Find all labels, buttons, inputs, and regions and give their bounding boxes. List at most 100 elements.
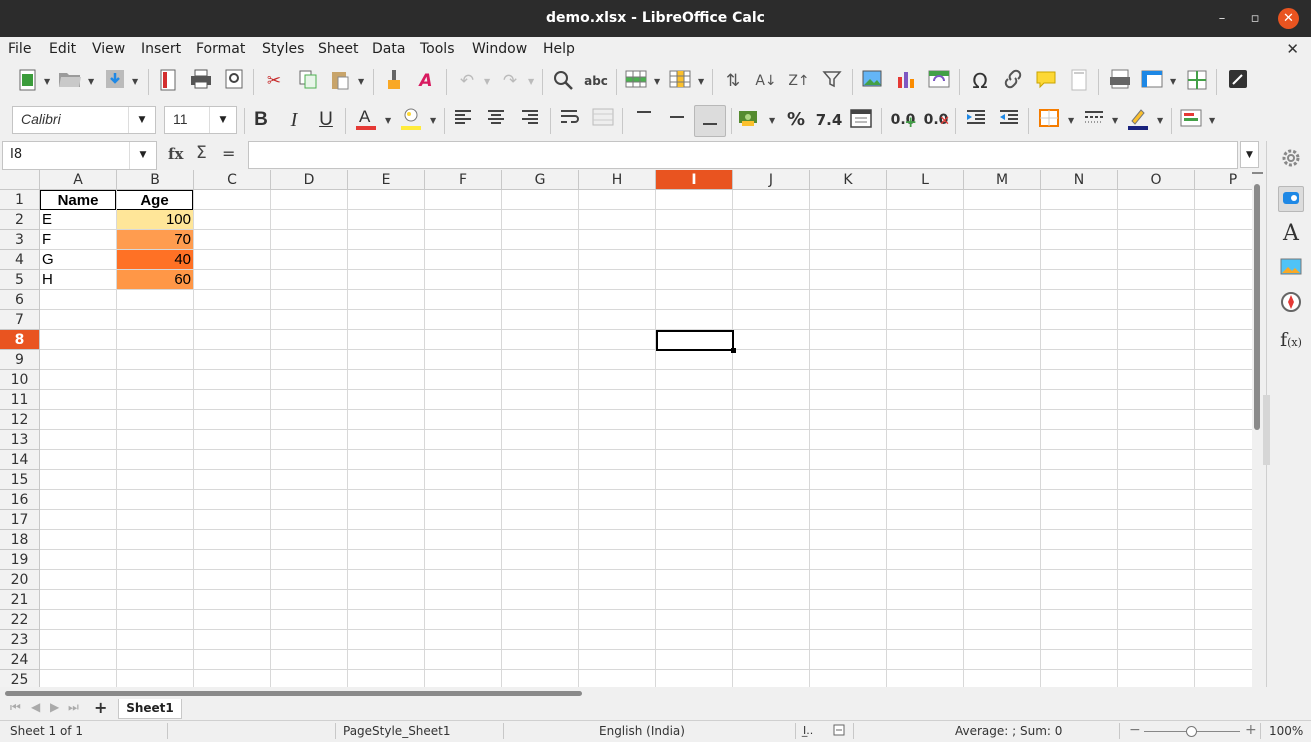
menu-edit[interactable]: Edit bbox=[49, 41, 76, 57]
conditional-format-icon[interactable] bbox=[1179, 108, 1203, 132]
row-header-16[interactable]: 16 bbox=[0, 490, 40, 510]
undo-dropdown-icon[interactable]: ▼ bbox=[484, 77, 490, 86]
sheet-tab[interactable]: Sheet1 bbox=[118, 699, 182, 719]
sort-icon[interactable]: ⇅ bbox=[721, 69, 745, 93]
selection-summary[interactable]: Average: ; Sum: 0 bbox=[955, 724, 1062, 738]
border-color-icon[interactable] bbox=[1126, 106, 1150, 130]
vertical-scroll-thumb[interactable] bbox=[1254, 184, 1260, 430]
highlight-dropdown-icon[interactable]: ▼ bbox=[430, 116, 436, 125]
column-header-l[interactable]: L bbox=[887, 170, 964, 190]
border-style-icon[interactable] bbox=[1082, 108, 1106, 132]
print-icon[interactable] bbox=[189, 69, 213, 93]
split-window-icon[interactable] bbox=[1185, 69, 1209, 93]
conditional-dropdown-icon[interactable]: ▼ bbox=[1209, 116, 1215, 125]
sidebar-collapse-handle[interactable] bbox=[1263, 395, 1270, 465]
font-size-dropdown-icon[interactable]: ▼ bbox=[209, 107, 236, 133]
age-cell[interactable]: 40 bbox=[117, 250, 193, 269]
language[interactable]: English (India) bbox=[599, 724, 685, 738]
header-cell-name[interactable]: Name bbox=[40, 190, 116, 210]
sidebar-styles-icon[interactable]: A bbox=[1278, 221, 1304, 247]
zoom-slider-thumb[interactable] bbox=[1186, 726, 1197, 737]
new-document-icon[interactable] bbox=[16, 69, 40, 93]
increase-indent-icon[interactable] bbox=[964, 108, 988, 132]
insert-chart-icon[interactable] bbox=[894, 69, 918, 93]
name-cell[interactable]: F bbox=[40, 230, 116, 249]
row-header-13[interactable]: 13 bbox=[0, 430, 40, 450]
wrap-text-icon[interactable] bbox=[558, 108, 582, 132]
open-folder-icon[interactable] bbox=[58, 69, 82, 93]
sidebar-properties-icon[interactable] bbox=[1278, 186, 1304, 212]
font-color-dropdown-icon[interactable]: ▼ bbox=[385, 116, 391, 125]
add-decimal-button[interactable]: 0.0 + bbox=[889, 108, 917, 132]
column-header-a[interactable]: A bbox=[40, 170, 117, 190]
column-header-k[interactable]: K bbox=[810, 170, 887, 190]
align-right-icon[interactable] bbox=[518, 108, 542, 132]
show-draw-functions-icon[interactable] bbox=[1226, 69, 1250, 93]
cut-icon[interactable]: ✂ bbox=[262, 69, 286, 93]
font-name-dropdown-icon[interactable]: ▼ bbox=[128, 107, 155, 133]
row-header-21[interactable]: 21 bbox=[0, 590, 40, 610]
row-header-3[interactable]: 3 bbox=[0, 230, 40, 250]
close-document-icon[interactable]: ✕ bbox=[1286, 40, 1299, 58]
row-header-20[interactable]: 20 bbox=[0, 570, 40, 590]
row-header-2[interactable]: 2 bbox=[0, 210, 40, 230]
horizontal-scroll-thumb[interactable] bbox=[5, 691, 582, 696]
italic-button[interactable]: I bbox=[282, 108, 306, 132]
merge-cells-icon[interactable] bbox=[591, 108, 615, 132]
row-header-25[interactable]: 25 bbox=[0, 670, 40, 687]
row-header-1[interactable]: 1 bbox=[0, 190, 40, 210]
menu-data[interactable]: Data bbox=[372, 41, 405, 57]
menu-styles[interactable]: Styles bbox=[262, 41, 304, 57]
age-cell[interactable]: 60 bbox=[117, 270, 193, 289]
row-header-5[interactable]: 5 bbox=[0, 270, 40, 290]
paste-icon[interactable] bbox=[328, 69, 352, 93]
paste-dropdown-icon[interactable]: ▼ bbox=[358, 77, 364, 86]
highlight-color-icon[interactable] bbox=[399, 106, 423, 130]
page-style[interactable]: PageStyle_Sheet1 bbox=[343, 724, 451, 738]
column-header-d[interactable]: D bbox=[271, 170, 348, 190]
currency-format-icon[interactable] bbox=[738, 108, 762, 132]
expand-formula-icon[interactable]: ▼ bbox=[1240, 141, 1259, 168]
column-header-g[interactable]: G bbox=[502, 170, 579, 190]
align-top-icon[interactable] bbox=[632, 108, 656, 132]
sidebar-navigator-icon[interactable] bbox=[1278, 291, 1304, 317]
menu-tools[interactable]: Tools bbox=[420, 41, 455, 57]
undo-icon[interactable]: ↶ bbox=[455, 69, 479, 93]
freeze-dropdown-icon[interactable]: ▼ bbox=[1170, 77, 1176, 86]
border-color-dropdown-icon[interactable]: ▼ bbox=[1157, 116, 1163, 125]
zoom-in-button[interactable]: + bbox=[1245, 722, 1257, 738]
menu-sheet[interactable]: Sheet bbox=[318, 41, 358, 57]
save-dropdown-icon[interactable]: ▼ bbox=[132, 77, 138, 86]
copy-icon[interactable] bbox=[296, 69, 320, 93]
horizontal-scrollbar[interactable] bbox=[0, 687, 1252, 699]
row-header-24[interactable]: 24 bbox=[0, 650, 40, 670]
row-dropdown-icon[interactable]: ▼ bbox=[654, 77, 660, 86]
menu-format[interactable]: Format bbox=[196, 41, 245, 57]
function-wizard-icon[interactable]: fx bbox=[168, 145, 183, 163]
export-pdf-icon[interactable] bbox=[156, 69, 180, 93]
column-header-b[interactable]: B bbox=[117, 170, 194, 190]
age-cell[interactable]: 100 bbox=[117, 210, 193, 229]
percent-format-button[interactable]: % bbox=[784, 108, 808, 132]
name-cell[interactable]: E bbox=[40, 210, 116, 229]
insert-image-icon[interactable] bbox=[861, 69, 885, 93]
freeze-rows-columns-icon[interactable] bbox=[1140, 69, 1164, 93]
row-header-15[interactable]: 15 bbox=[0, 470, 40, 490]
column-dropdown-icon[interactable]: ▼ bbox=[698, 77, 704, 86]
underline-button[interactable]: U bbox=[314, 108, 338, 132]
row-header-18[interactable]: 18 bbox=[0, 530, 40, 550]
clone-formatting-icon[interactable] bbox=[382, 69, 406, 93]
row-header-7[interactable]: 7 bbox=[0, 310, 40, 330]
font-color-icon[interactable]: A bbox=[354, 106, 378, 130]
add-sheet-button[interactable]: + bbox=[94, 698, 107, 717]
define-print-area-icon[interactable] bbox=[1108, 69, 1132, 93]
headers-footers-icon[interactable] bbox=[1067, 69, 1091, 93]
minimize-button[interactable]: – bbox=[1208, 0, 1236, 37]
formula-input[interactable] bbox=[248, 141, 1238, 169]
font-size-box[interactable]: 11 ▼ bbox=[164, 106, 237, 134]
hyperlink-icon[interactable] bbox=[1001, 69, 1025, 93]
menu-view[interactable]: View bbox=[92, 41, 125, 57]
menu-help[interactable]: Help bbox=[543, 41, 575, 57]
comment-icon[interactable] bbox=[1034, 69, 1058, 93]
column-header-n[interactable]: N bbox=[1041, 170, 1118, 190]
